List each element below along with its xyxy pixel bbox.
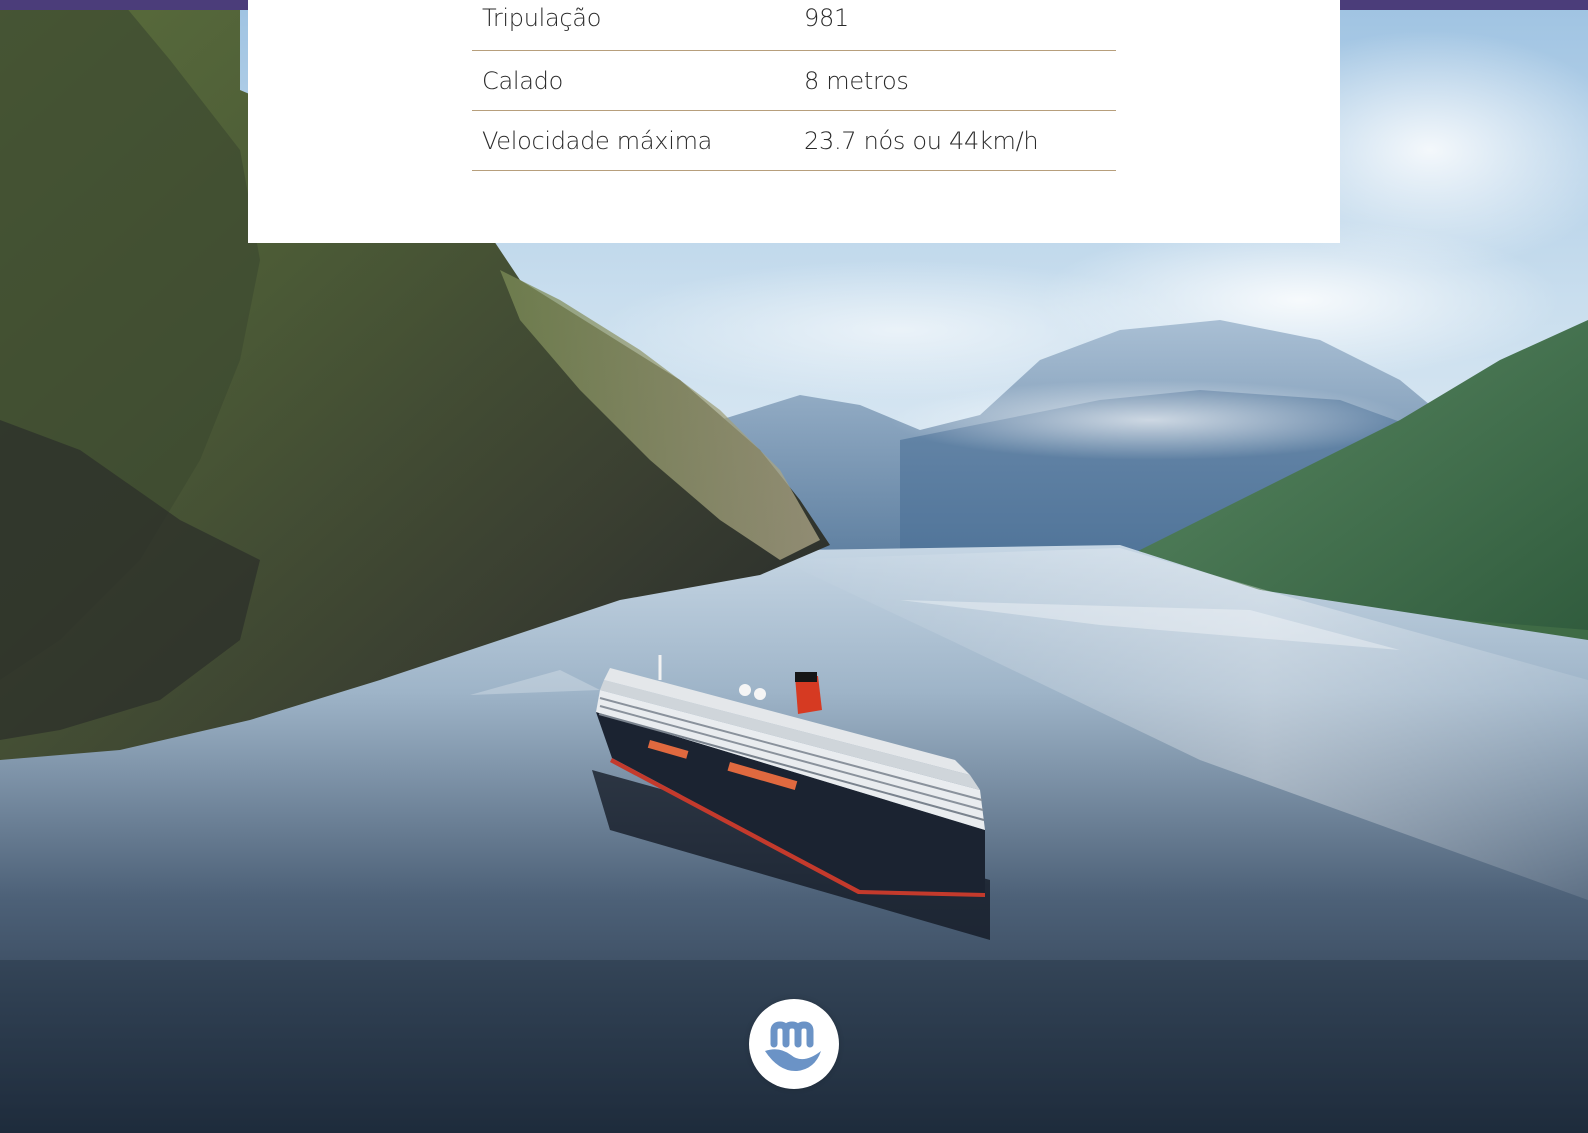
brand-wave-m-icon: [749, 999, 839, 1089]
brand-logo-mark: [765, 1021, 821, 1072]
table-row: Velocidade máxima 23.7 nós ou 44km/h: [472, 110, 1116, 171]
page: Tripulação 981 Calado 8 metros Velocidad…: [0, 0, 1588, 1133]
spec-value: 23.7 nós ou 44km/h: [794, 110, 1116, 171]
spec-label: Velocidade máxima: [472, 110, 794, 171]
spec-value: 981: [794, 0, 1116, 51]
table-row: Calado 8 metros: [472, 50, 1116, 111]
spec-value: 8 metros: [794, 50, 1116, 111]
spec-label: Tripulação: [472, 0, 794, 51]
table-row: Tripulação 981: [472, 0, 1116, 51]
specifications-table: Tripulação 981 Calado 8 metros Velocidad…: [472, 0, 1116, 171]
spec-label: Calado: [472, 50, 794, 111]
specifications-panel: Tripulação 981 Calado 8 metros Velocidad…: [248, 0, 1340, 243]
